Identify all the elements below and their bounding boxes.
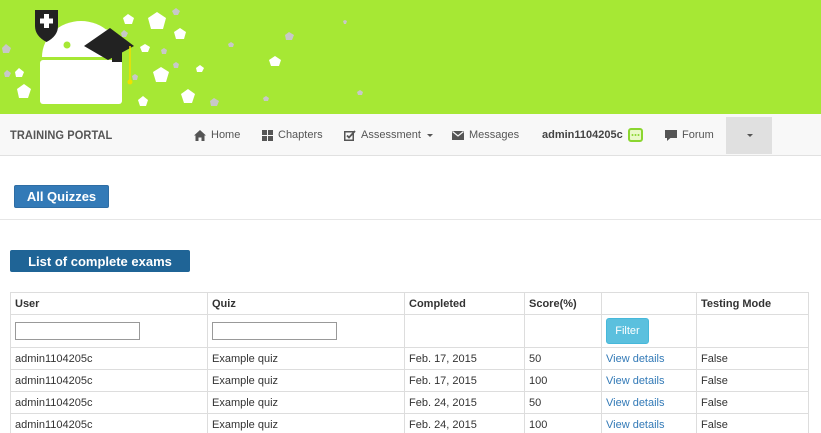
cell-testing-mode: False (696, 391, 809, 414)
column-header-user: User (10, 292, 208, 315)
view-details-link[interactable]: View details (606, 375, 665, 387)
nav-chapters-label: Chapters (278, 129, 323, 141)
nav-messages[interactable]: Messages (452, 114, 519, 156)
cell-user: admin1104205c (10, 413, 208, 433)
dots-glyph (631, 134, 640, 136)
column-header-completed: Completed (404, 292, 525, 315)
nav-user-label: admin1104205c (542, 129, 623, 141)
table-row: admin1104205c Example quiz Feb. 17, 2015… (10, 347, 809, 370)
filter-empty-cell (524, 314, 602, 348)
grid-icon (262, 129, 273, 141)
table-row: admin1104205c Example quiz Feb. 17, 2015… (10, 369, 809, 392)
header-banner (0, 0, 821, 114)
nav-messages-label: Messages (469, 129, 520, 141)
cell-completed: Feb. 17, 2015 (404, 369, 525, 392)
cell-details: View details (601, 347, 697, 370)
all-quizzes-button[interactable]: All Quizzes (14, 185, 109, 208)
table-row: admin1104205c Example quiz Feb. 24, 2015… (10, 391, 809, 414)
cell-score: 50 (524, 347, 602, 370)
cell-details: View details (601, 391, 697, 414)
divider (0, 219, 821, 220)
nav-home[interactable]: Home (194, 114, 240, 156)
nav-assessment-label: Assessment (361, 129, 421, 141)
table-row: admin1104205c Example quiz Feb. 24, 2015… (10, 413, 809, 433)
cell-details: View details (601, 369, 697, 392)
cell-score: 100 (524, 369, 602, 392)
column-header-quiz: Quiz (207, 292, 405, 315)
android-graduate-logo (2, 8, 363, 106)
quiz-filter-input[interactable] (212, 322, 337, 340)
nav-more-dropdown[interactable] (726, 117, 772, 154)
filter-empty-cell (404, 314, 525, 348)
chevron-down-icon (426, 133, 433, 137)
nav-assessment-dropdown[interactable]: Assessment (344, 114, 433, 156)
nav-chapters[interactable]: Chapters (262, 114, 323, 156)
user-filter-input[interactable] (15, 322, 140, 340)
column-header-testing-mode: Testing Mode (696, 292, 809, 315)
cell-completed: Feb. 24, 2015 (404, 391, 525, 414)
cell-quiz: Example quiz (207, 391, 405, 414)
column-header-actions (601, 292, 697, 315)
caret-down-icon (746, 134, 753, 137)
filter-user-cell (10, 314, 208, 348)
envelope-icon (452, 130, 464, 140)
filter-empty-cell (696, 314, 809, 348)
cell-user: admin1104205c (10, 391, 208, 414)
cell-score: 50 (524, 391, 602, 414)
navbar: TRAINING PORTAL Home Chapters Assessment… (0, 114, 821, 156)
cell-score: 100 (524, 413, 602, 433)
brand-title[interactable]: TRAINING PORTAL (10, 128, 112, 142)
cell-completed: Feb. 17, 2015 (404, 347, 525, 370)
view-details-link[interactable]: View details (606, 397, 665, 409)
view-details-link[interactable]: View details (606, 419, 665, 431)
filter-button[interactable]: Filter (606, 318, 649, 344)
table-header-row: User Quiz Completed Score(%) Testing Mod… (10, 292, 809, 315)
filter-row: Filter (10, 314, 809, 348)
cell-testing-mode: False (696, 369, 809, 392)
message-badge-icon[interactable] (627, 128, 643, 142)
nav-forum[interactable]: Forum (665, 114, 714, 156)
nav-forum-label: Forum (682, 129, 714, 141)
cell-testing-mode: False (696, 413, 809, 433)
cell-quiz: Example quiz (207, 347, 405, 370)
complete-exams-heading: List of complete exams (10, 250, 190, 272)
filter-button-cell: Filter (601, 314, 697, 348)
exams-table: User Quiz Completed Score(%) Testing Mod… (10, 292, 809, 433)
cell-completed: Feb. 24, 2015 (404, 413, 525, 433)
cell-quiz: Example quiz (207, 413, 405, 433)
view-details-link[interactable]: View details (606, 353, 665, 365)
cell-details: View details (601, 413, 697, 433)
cell-quiz: Example quiz (207, 369, 405, 392)
cell-user: admin1104205c (10, 347, 208, 370)
nav-user[interactable]: admin1104205c (542, 114, 643, 156)
check-square-icon (344, 129, 356, 141)
filter-quiz-cell (207, 314, 405, 348)
cell-testing-mode: False (696, 347, 809, 370)
comment-icon (665, 129, 677, 141)
home-icon (194, 129, 206, 141)
cell-user: admin1104205c (10, 369, 208, 392)
column-header-score: Score(%) (524, 292, 602, 315)
nav-home-label: Home (211, 129, 241, 141)
